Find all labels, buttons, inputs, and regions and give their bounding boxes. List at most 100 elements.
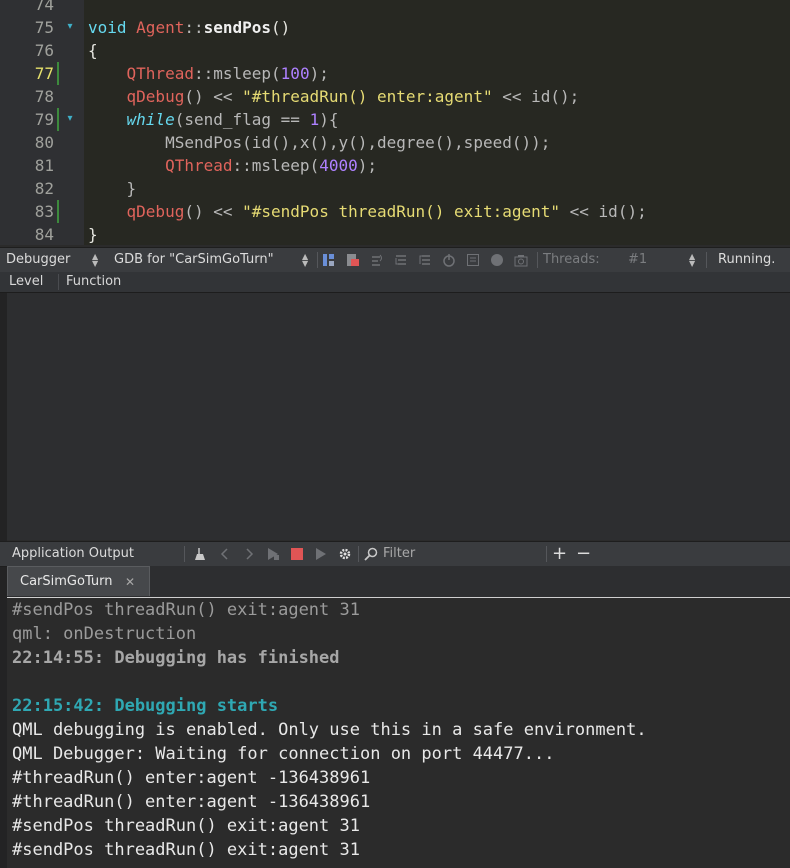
- line-number[interactable]: 83: [14, 200, 54, 223]
- toolbar-separator: [317, 252, 318, 268]
- tab-carsimgoturn[interactable]: CarSimGoTurn ✕: [7, 566, 150, 596]
- debugger-engine-combo-label: GDB for "CarSimGoTurn": [114, 252, 274, 267]
- column-header-level[interactable]: Level: [9, 272, 43, 292]
- code-line[interactable]: 74: [0, 0, 790, 16]
- debugger-view-combo[interactable]: Debugger ▲ ▼: [6, 248, 102, 272]
- debugger-toolbar: Debugger ▲ ▼ GDB for "CarSimGoTurn" ▲ ▼ Th…: [0, 247, 790, 273]
- code-line[interactable]: 82 }: [0, 177, 790, 200]
- fold-arrow-icon[interactable]: ▾: [64, 20, 76, 34]
- code-text[interactable]: {: [88, 39, 98, 62]
- step-out-icon[interactable]: [418, 253, 432, 267]
- application-output-text[interactable]: #sendPos threadRun() exit:agent 31 qml: o…: [7, 598, 790, 868]
- code-text[interactable]: QThread::msleep(4000);: [88, 154, 377, 177]
- application-output-title: Application Output: [12, 546, 134, 561]
- toolbar-separator: [358, 546, 359, 562]
- output-line: #threadRun() enter:agent -136438961: [12, 792, 371, 812]
- code-line[interactable]: 80 MSendPos(id(),x(),y(),degree(),speed(…: [0, 131, 790, 154]
- code-line[interactable]: 76 {: [0, 39, 790, 62]
- zoom-out-button[interactable]: −: [576, 542, 591, 566]
- line-number[interactable]: 81: [14, 154, 54, 177]
- toolbar-separator: [184, 546, 185, 562]
- gear-icon[interactable]: [338, 547, 352, 561]
- code-text[interactable]: void Agent::sendPos(): [88, 16, 290, 39]
- application-output-toolbar: Application Output Filter + −: [0, 541, 790, 567]
- zoom-in-button[interactable]: +: [552, 542, 567, 566]
- updown-arrows-icon: ▲ ▼: [302, 252, 309, 268]
- line-number[interactable]: 82: [14, 177, 54, 200]
- code-text[interactable]: qDebug() << "#sendPos threadRun() exit:a…: [88, 200, 647, 223]
- code-line[interactable]: 79 ▾ while(send_flag == 1){: [0, 108, 790, 131]
- code-line[interactable]: 77 QThread::msleep(100);: [0, 62, 790, 85]
- line-number[interactable]: 76: [14, 39, 54, 62]
- thread-value: #1: [628, 252, 648, 267]
- code-line[interactable]: 75 ▾ void Agent::sendPos(): [0, 16, 790, 39]
- debugger-view-combo-label: Debugger: [6, 252, 71, 267]
- rerun-icon[interactable]: [266, 547, 280, 561]
- tab-label: CarSimGoTurn: [20, 574, 113, 589]
- stack-view[interactable]: [7, 293, 790, 540]
- next-item-icon[interactable]: [242, 547, 256, 561]
- toolbar-separator: [546, 546, 547, 562]
- output-line: 22:14:55: Debugging has finished: [12, 648, 340, 668]
- changed-line-marker: [57, 62, 59, 85]
- code-line[interactable]: 84}: [0, 223, 790, 245]
- output-line: qml: onDestruction: [12, 624, 197, 644]
- close-icon[interactable]: ✕: [125, 567, 135, 597]
- output-line: #sendPos threadRun() exit:agent 31: [12, 816, 360, 836]
- step-over-icon[interactable]: [370, 253, 384, 267]
- output-line: #threadRun() enter:agent -136438961: [12, 768, 371, 788]
- fold-arrow-icon[interactable]: ▾: [64, 112, 76, 126]
- code-line[interactable]: 81 QThread::msleep(4000);: [0, 154, 790, 177]
- instruction-mode-icon[interactable]: [466, 253, 480, 267]
- line-number[interactable]: 75: [14, 16, 54, 39]
- debugger-engine-combo[interactable]: GDB for "CarSimGoTurn" ▲ ▼: [114, 248, 314, 272]
- code-text[interactable]: qDebug() << "#threadRun() enter:agent" <…: [88, 85, 580, 108]
- stop-icon[interactable]: [290, 547, 304, 561]
- code-text[interactable]: MSendPos(id(),x(),y(),degree(),speed());: [88, 131, 550, 154]
- code-line[interactable]: 78 qDebug() << "#threadRun() enter:agent…: [0, 85, 790, 108]
- code-text[interactable]: while(send_flag == 1){: [88, 108, 339, 131]
- line-number[interactable]: 80: [14, 131, 54, 154]
- stack-view-header: Level Function: [0, 272, 790, 293]
- updown-arrows-icon: ▲ ▼: [92, 252, 99, 268]
- continue-icon[interactable]: [322, 253, 336, 267]
- code-line[interactable]: 83 qDebug() << "#sendPos threadRun() exi…: [0, 200, 790, 223]
- output-line: QML Debugger: Waiting for connection on …: [12, 744, 555, 764]
- toolbar-separator: [706, 252, 707, 268]
- code-text[interactable]: QThread::msleep(100);: [88, 62, 329, 85]
- threads-combo[interactable]: Threads: #1 ▲ ▼: [543, 248, 701, 272]
- changed-line-marker: [57, 200, 59, 223]
- stop-debugger-icon[interactable]: [346, 253, 360, 267]
- previous-item-icon[interactable]: [218, 547, 232, 561]
- filter-input[interactable]: Filter: [364, 542, 544, 566]
- output-line: #sendPos threadRun() exit:agent 31: [12, 600, 360, 620]
- output-line: 22:15:42: Debugging starts: [12, 696, 279, 716]
- search-icon: [364, 547, 378, 561]
- code-editor[interactable]: 74 75 ▾ void Agent::sendPos() 76{77 QThread:…: [0, 0, 790, 245]
- column-divider: [58, 274, 59, 290]
- record-icon[interactable]: [490, 253, 504, 267]
- line-number[interactable]: 84: [14, 223, 54, 245]
- clean-broom-icon[interactable]: [194, 547, 208, 561]
- attach-debugger-icon[interactable]: [314, 547, 328, 561]
- line-number[interactable]: 74: [14, 0, 54, 16]
- output-tab-bar: CarSimGoTurn ✕: [7, 566, 790, 598]
- line-number[interactable]: 78: [14, 85, 54, 108]
- left-splitter[interactable]: [0, 293, 7, 868]
- updown-arrows-icon: ▲ ▼: [689, 252, 696, 268]
- step-into-icon[interactable]: [394, 253, 408, 267]
- toolbar-separator: [537, 252, 538, 268]
- code-text[interactable]: }: [88, 223, 98, 245]
- threads-label: Threads:: [543, 252, 600, 267]
- line-number[interactable]: 77: [14, 62, 54, 85]
- output-line: #sendPos threadRun() exit:agent 31: [12, 840, 360, 860]
- changed-line-marker: [57, 108, 59, 131]
- column-header-function[interactable]: Function: [66, 272, 121, 292]
- restart-icon[interactable]: [442, 253, 456, 267]
- filter-placeholder: Filter: [383, 546, 416, 561]
- output-line: QML debugging is enabled. Only use this …: [12, 720, 647, 740]
- code-text[interactable]: }: [88, 177, 137, 200]
- line-number[interactable]: 79: [14, 108, 54, 131]
- snapshot-camera-icon[interactable]: [514, 253, 528, 267]
